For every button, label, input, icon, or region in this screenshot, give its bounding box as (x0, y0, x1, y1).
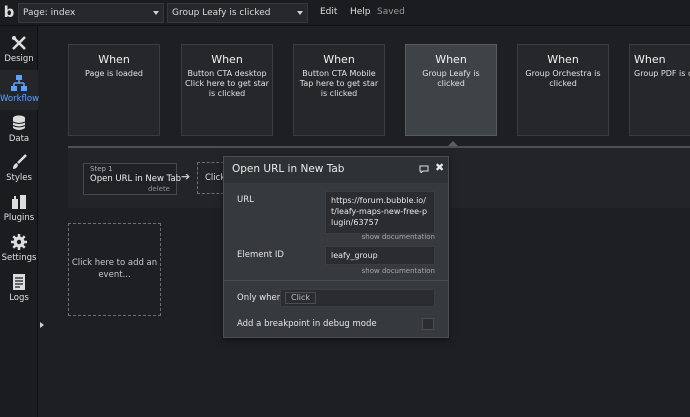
design-icon (12, 36, 26, 50)
sidebar-item-plugins[interactable]: Plugins (0, 189, 38, 229)
database-icon (12, 115, 26, 130)
event-desc: Group Orchestra is clicked (525, 69, 601, 88)
event-when: When (323, 53, 355, 66)
only-when-label: Only when (237, 293, 283, 303)
sidebar-item-workflow[interactable]: Workflow (0, 70, 40, 110)
bubble-logo[interactable]: b (0, 0, 18, 26)
sidebar-item-label: Workflow (0, 94, 40, 104)
sidebar-item-styles[interactable]: Styles (0, 149, 38, 189)
gear-icon (11, 234, 27, 250)
sidebar-item-label: Data (8, 134, 30, 144)
page-select[interactable]: Page: index (18, 3, 164, 23)
log-icon (13, 274, 25, 290)
sidebar-item-data[interactable]: Data (0, 110, 38, 150)
event-when: When (98, 53, 130, 66)
panel-title: Open URL in New Tab (232, 163, 345, 175)
page-select-value: Page: index (23, 8, 76, 18)
only-when-field[interactable]: Click (280, 289, 435, 307)
chevron-down-icon (297, 11, 303, 15)
event-group-leafy[interactable]: When Group Leafy is clicked (405, 44, 497, 136)
event-page-loaded[interactable]: When Page is loaded (68, 44, 160, 136)
event-when: When (547, 53, 579, 66)
top-bar: b Page: index Group Leafy is clicked Edi… (0, 0, 690, 26)
url-label: URL (237, 195, 254, 205)
sidebar-item-label: Logs (9, 293, 29, 303)
sidebar-item-label: Settings (1, 253, 37, 263)
workflow-select[interactable]: Group Leafy is clicked (167, 3, 308, 23)
expand-arrow-icon[interactable] (40, 322, 44, 328)
event-group-orchestra[interactable]: When Group Orchestra is clicked (517, 44, 609, 136)
event-desc: Group PDF is c (634, 69, 690, 78)
sidebar-item-label: Styles (6, 173, 32, 183)
close-icon[interactable]: ✖ (435, 161, 444, 174)
step-name: Open URL in New Tab (90, 174, 182, 184)
panel-header: Open URL in New Tab ✖ (224, 157, 448, 183)
event-desc: Page is loaded (85, 69, 143, 78)
menu-help[interactable]: Help (350, 0, 371, 26)
chevron-down-icon (153, 11, 159, 15)
action-step-1[interactable]: Step 1 Open URL in New Tab delete (83, 163, 181, 195)
breakpoint-label: Add a breakpoint in debug mode (237, 319, 377, 329)
sidebar-item-design[interactable]: Design (0, 30, 38, 70)
saved-status: Saved (377, 7, 405, 17)
divider (224, 280, 448, 281)
event-button-cta-desktop[interactable]: When Button CTA desktop Click here to ge… (181, 44, 273, 136)
url-field[interactable]: https://forum.bubble.io/t/leafy-maps-new… (325, 191, 435, 234)
breakpoint-checkbox[interactable] (422, 318, 434, 330)
action-property-panel: Open URL in New Tab ✖ URL https://forum.… (223, 156, 449, 338)
plugin-icon (12, 195, 26, 209)
only-when-placeholder[interactable]: Click (285, 292, 317, 304)
element-id-field[interactable]: leafy_group (325, 246, 435, 265)
sidebar-item-label: Design (4, 54, 34, 64)
brush-icon (13, 154, 27, 169)
event-desc: Button CTA desktop Click here to get sta… (185, 69, 269, 98)
element-id-label: Element ID (237, 250, 284, 260)
event-desc: Button CTA Mobile Tap here to get star i… (299, 69, 379, 98)
add-event-button[interactable]: Click here to add an event... (68, 223, 161, 316)
workflow-select-value: Group Leafy is clicked (172, 8, 271, 18)
delete-step-link[interactable]: delete (148, 185, 170, 193)
event-when: When (435, 53, 467, 66)
event-when: When (634, 53, 666, 66)
menu-edit[interactable]: Edit (320, 0, 337, 26)
event-desc: Group Leafy is clicked (422, 69, 480, 88)
sidebar: Design Workflow Data Styles Plugins Sett… (0, 26, 40, 417)
workflow-icon (11, 75, 27, 91)
arrow-right-icon: ➔ (181, 170, 191, 183)
show-documentation-link[interactable]: show documentation (362, 267, 435, 275)
event-group-pdf[interactable]: When Group PDF is c (629, 44, 690, 136)
event-button-cta-mobile[interactable]: When Button CTA Mobile Tap here to get s… (293, 44, 385, 136)
comment-icon[interactable] (419, 165, 429, 173)
sidebar-item-label: Plugins (3, 213, 35, 223)
sidebar-item-settings[interactable]: Settings (0, 229, 38, 269)
show-documentation-link[interactable]: show documentation (362, 233, 435, 241)
event-when: When (211, 53, 243, 66)
sidebar-item-logs[interactable]: Logs (0, 269, 38, 309)
step-number: Step 1 (90, 165, 113, 173)
